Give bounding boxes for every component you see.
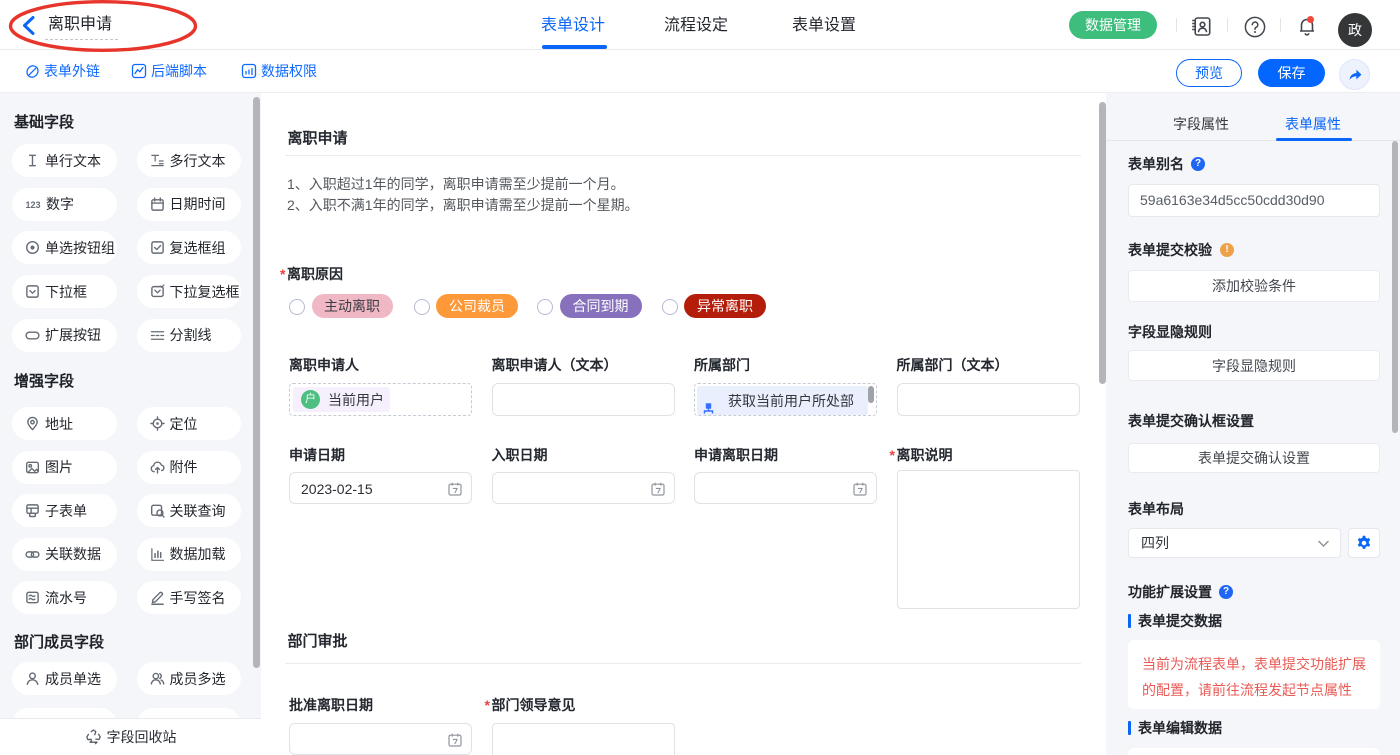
svg-text:123: 123: [25, 200, 40, 210]
